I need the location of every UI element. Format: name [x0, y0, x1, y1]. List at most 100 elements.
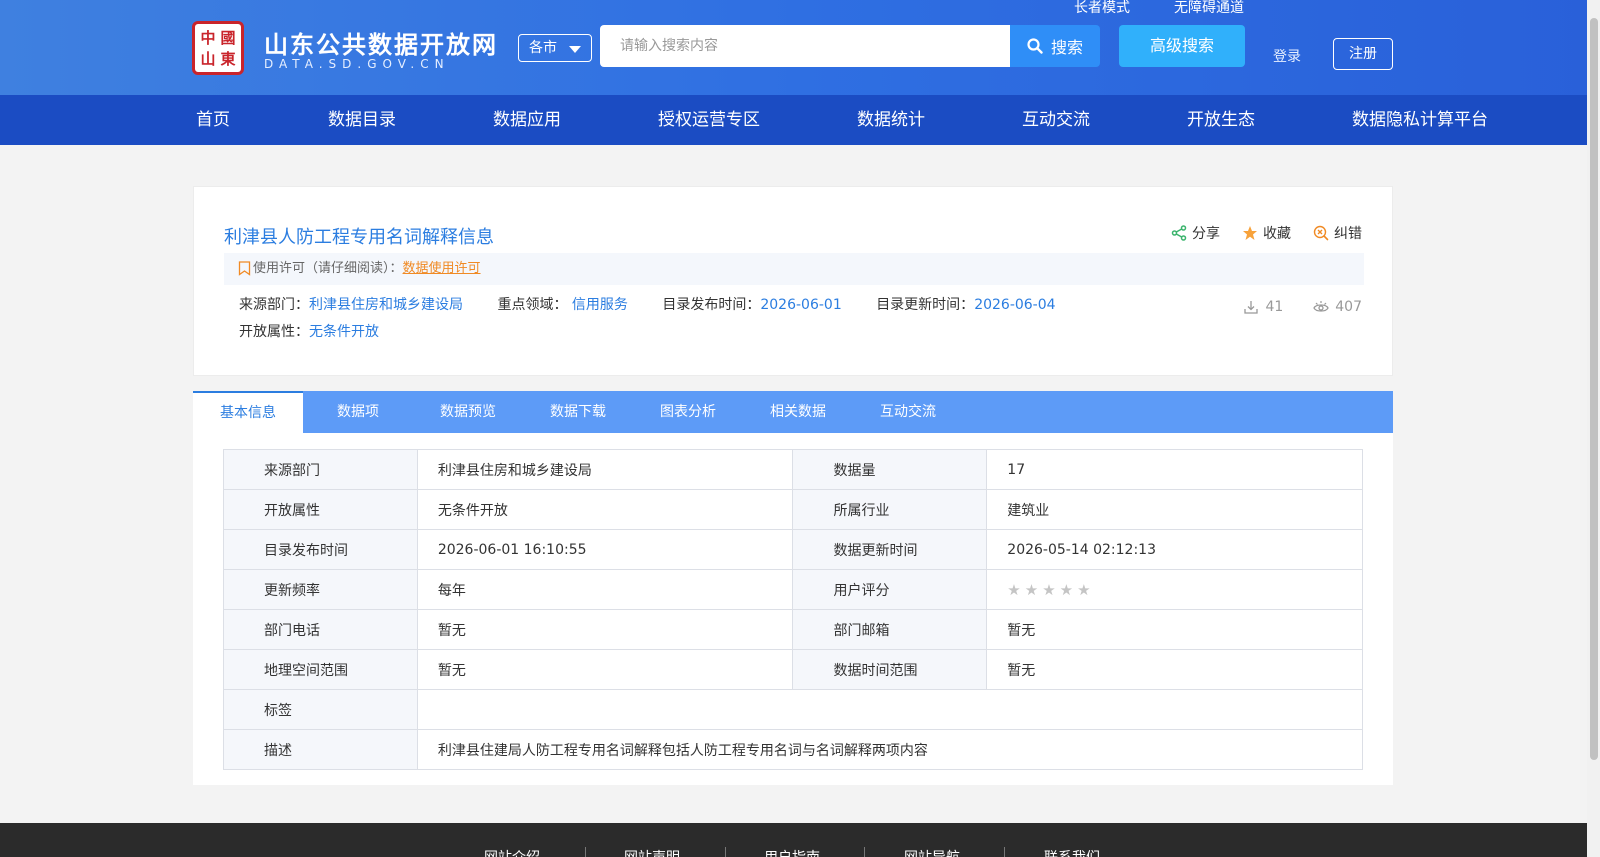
tab-related-data[interactable]: 相关数据	[743, 391, 853, 433]
eye-icon	[1313, 301, 1329, 312]
table-label-cell: 数据更新时间	[792, 529, 988, 570]
table-label-cell: 数据量	[792, 449, 988, 490]
star-icon[interactable]: ★	[1042, 581, 1055, 599]
star-icon[interactable]: ★	[1025, 581, 1038, 599]
download-count-value: 41	[1265, 299, 1284, 315]
site-title[interactable]: 山东公共数据开放网	[264, 25, 498, 60]
table-value-cell: 每年	[416, 569, 794, 610]
tab-interaction[interactable]: 互动交流	[853, 391, 963, 433]
tab-data-download[interactable]: 数据下载	[523, 391, 633, 433]
report-error-label: 纠错	[1334, 226, 1362, 242]
rating-stars[interactable]: ★ ★ ★ ★ ★	[1007, 581, 1362, 599]
table-row: 描述 利津县住建局人防工程专用名词解释包括人防工程专用名词与名词解释两项内容	[223, 729, 1364, 770]
elder-mode-link[interactable]: 长者模式	[1074, 0, 1130, 16]
publish-date-label: 目录发布时间：	[662, 297, 761, 313]
nav-item-apps[interactable]: 数据应用	[493, 95, 561, 145]
table-row: 地理空间范围 暂无 数据时间范围 暂无	[223, 649, 1363, 690]
domain-value[interactable]: 信用服务	[572, 297, 628, 313]
footer-link-about[interactable]: 网站介绍	[484, 847, 540, 857]
domain-label: 重点领域：	[497, 297, 568, 313]
dataset-title: 利津县人防工程专用名词解释信息	[224, 227, 494, 248]
scrollbar-thumb[interactable]	[1590, 18, 1598, 760]
accessibility-link[interactable]: 无障碍通道	[1174, 0, 1244, 16]
register-button[interactable]: 注册	[1333, 38, 1393, 70]
update-date-value: 2026-06-04	[974, 297, 1056, 313]
open-attr-value: 无条件开放	[309, 324, 379, 340]
star-icon[interactable]: ★	[1007, 581, 1020, 599]
advanced-search-button[interactable]: 高级搜索	[1119, 25, 1245, 67]
dataset-meta-row-2: 开放属性：无条件开放	[239, 321, 379, 341]
open-attr-label: 开放属性：	[239, 324, 309, 340]
dataset-info-card: 利津县人防工程专用名词解释信息 分享 收藏 纠错 使用许可（请仔细阅读）：数据使…	[193, 186, 1393, 376]
tab-basic-info[interactable]: 基本信息	[193, 391, 303, 433]
nav-item-statistics[interactable]: 数据统计	[857, 95, 925, 145]
star-icon	[1243, 226, 1257, 240]
star-icon[interactable]: ★	[1060, 581, 1073, 599]
license-bar: 使用许可（请仔细阅读）：数据使用许可	[224, 253, 1364, 285]
table-value-cell: 暂无	[986, 649, 1363, 690]
nav-item-interaction[interactable]: 互动交流	[1022, 95, 1090, 145]
table-value-cell: 暂无	[986, 609, 1363, 650]
login-link[interactable]: 登录	[1273, 46, 1301, 66]
table-label-cell: 所属行业	[792, 489, 988, 530]
dataset-stats: 41 407	[1243, 299, 1362, 315]
logo-seal-char: 山	[200, 49, 216, 68]
publish-date-value: 2026-06-01	[760, 297, 842, 313]
logo-seal-char: 國	[220, 28, 236, 47]
view-count: 407	[1313, 299, 1362, 315]
table-row: 开放属性 无条件开放 所属行业 建筑业	[223, 489, 1363, 530]
error-report-icon	[1313, 225, 1329, 241]
source-dept-value[interactable]: 利津县住房和城乡建设局	[309, 297, 463, 313]
share-button[interactable]: 分享	[1171, 223, 1220, 243]
star-icon[interactable]: ★	[1077, 581, 1090, 599]
view-count-value: 407	[1335, 299, 1362, 315]
license-link[interactable]: 数据使用许可	[403, 261, 481, 276]
table-row: 标签	[223, 689, 1364, 730]
table-value-cell: 暂无	[416, 609, 794, 650]
footer-link-contact[interactable]: 联系我们	[1044, 847, 1100, 857]
table-row: 目录发布时间 2026-06-01 16:10:55 数据更新时间 2026-0…	[223, 529, 1363, 570]
nav-item-home[interactable]: 首页	[196, 95, 230, 145]
share-icon	[1171, 225, 1187, 241]
table-label-cell: 部门电话	[223, 609, 418, 650]
nav-item-privacy-computing[interactable]: 数据隐私计算平台	[1352, 95, 1488, 145]
table-label-cell: 用户评分	[792, 569, 988, 610]
desc-value-cell: 利津县住建局人防工程专用名词解释包括人防工程专用名词与名词解释两项内容	[416, 729, 1364, 770]
tab-chart-analysis[interactable]: 图表分析	[633, 391, 743, 433]
tab-data-items[interactable]: 数据项	[303, 391, 413, 433]
table-row: 来源部门 利津县住房和城乡建设局 数据量 17	[223, 449, 1363, 490]
footer-divider	[864, 847, 865, 857]
report-error-button[interactable]: 纠错	[1313, 223, 1362, 243]
bookmark-icon	[238, 261, 251, 276]
table-value-cell: 建筑业	[986, 489, 1363, 530]
footer-link-statement[interactable]: 网站声明	[624, 847, 680, 857]
search-button[interactable]: 搜索	[1010, 25, 1100, 67]
nav-item-ecosystem[interactable]: 开放生态	[1187, 95, 1255, 145]
table-value-cell: 无条件开放	[416, 489, 794, 530]
logo-seal-char: 中	[200, 28, 216, 47]
nav-item-catalog[interactable]: 数据目录	[328, 95, 396, 145]
tab-data-preview[interactable]: 数据预览	[413, 391, 523, 433]
city-select[interactable]: 各市	[518, 34, 592, 62]
nav-item-authorized-ops[interactable]: 授权运营专区	[658, 95, 760, 145]
basic-info-panel: 来源部门 利津县住房和城乡建设局 数据量 17 开放属性 无条件开放 所属行业 …	[193, 433, 1393, 785]
desc-label-cell: 描述	[223, 729, 418, 770]
site-logo-seal[interactable]: 中 國 山 東	[192, 21, 244, 75]
download-count: 41	[1243, 299, 1283, 315]
table-value-cell: 17	[986, 449, 1363, 490]
logo-seal-char: 東	[220, 49, 236, 68]
source-dept-label: 来源部门：	[239, 297, 309, 313]
city-select-label: 各市	[529, 40, 557, 56]
search-input[interactable]	[600, 25, 1010, 67]
search-button-label: 搜索	[1050, 38, 1083, 57]
table-row: 部门电话 暂无 部门邮箱 暂无	[223, 609, 1363, 650]
user-rating-cell: ★ ★ ★ ★ ★	[986, 569, 1363, 610]
table-label-cell: 地理空间范围	[223, 649, 418, 690]
favorite-button[interactable]: 收藏	[1242, 223, 1291, 243]
footer-divider	[585, 847, 586, 857]
footer-link-sitemap[interactable]: 网站导航	[904, 847, 960, 857]
footer-link-guide[interactable]: 用户指南	[764, 847, 820, 857]
page-scrollbar[interactable]	[1587, 0, 1600, 857]
favorite-label: 收藏	[1263, 226, 1291, 242]
table-label-cell: 开放属性	[223, 489, 418, 530]
